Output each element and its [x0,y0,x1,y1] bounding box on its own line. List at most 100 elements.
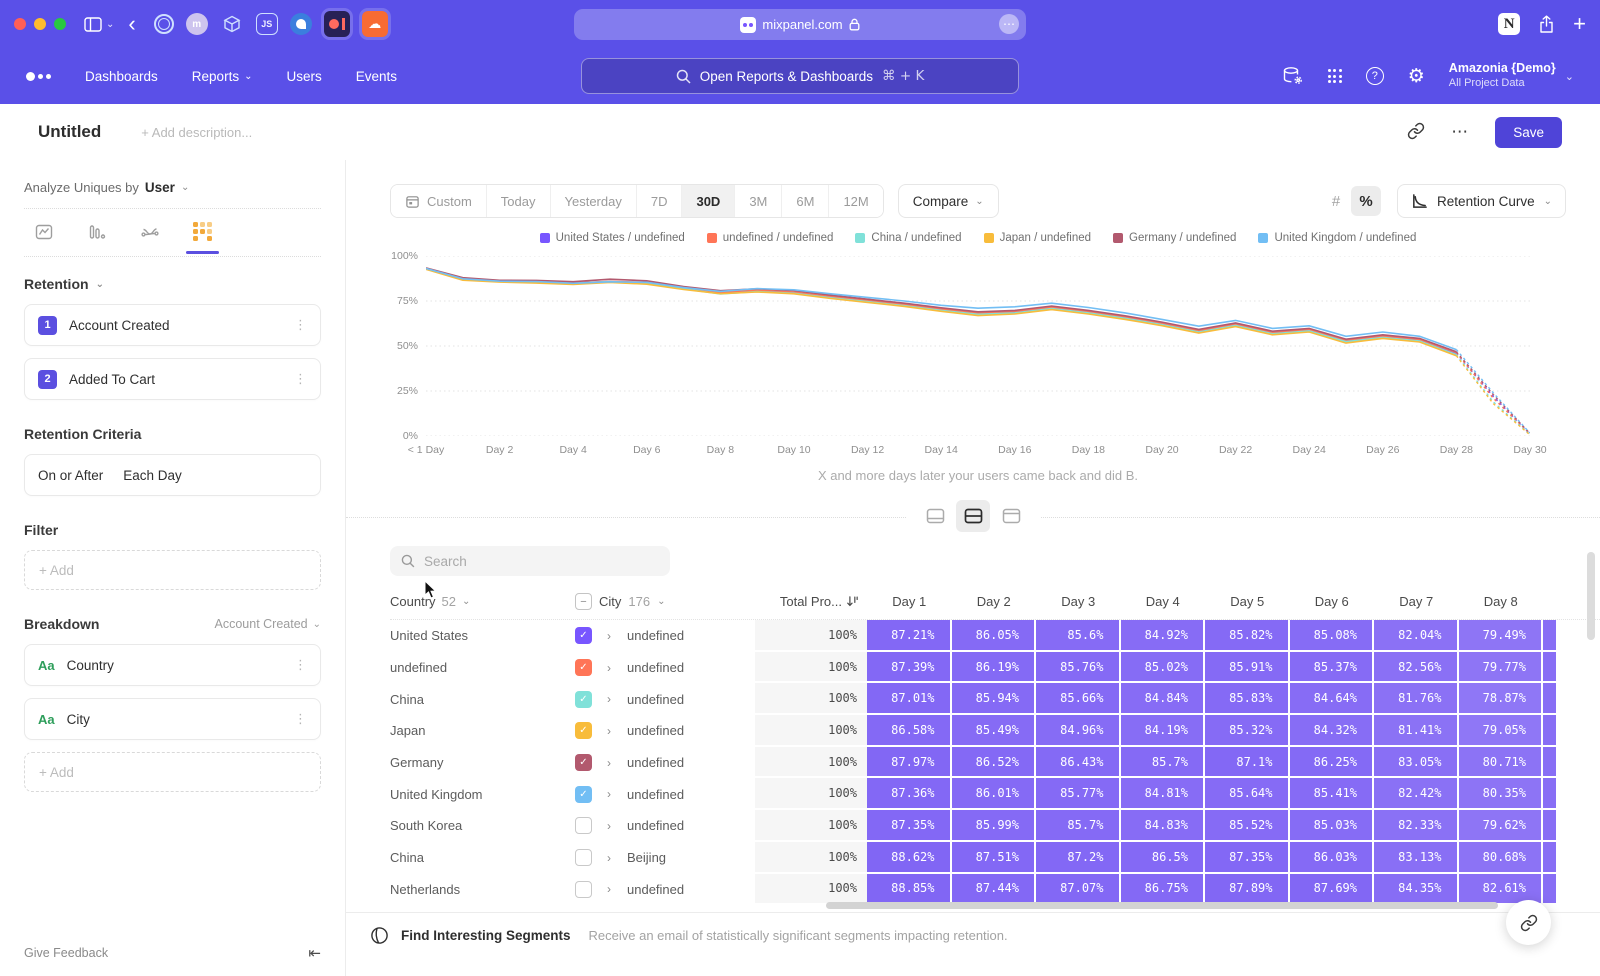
range-yesterday[interactable]: Yesterday [550,185,636,217]
password-extension-icon[interactable] [154,14,174,34]
retention-cell[interactable]: 84.35% [1374,874,1459,906]
retention-step-1[interactable]: 1 Account Created ⋮ [24,304,321,346]
retention-cell[interactable]: 84.64% [1290,683,1375,715]
collapse-sidebar-icon[interactable]: ⇤ [308,944,321,962]
show-percent-toggle[interactable]: % [1351,186,1381,216]
retention-cell[interactable]: 86.01% [952,778,1037,810]
save-button[interactable]: Save [1495,117,1562,148]
range-custom[interactable]: Custom [391,185,486,217]
range-6m[interactable]: 6M [781,185,828,217]
help-icon[interactable]: ? [1366,67,1384,85]
retention-cell[interactable]: 86.43% [1036,747,1121,779]
breakdown-city[interactable]: Aa City ⋮ [24,698,321,740]
retention-cell[interactable]: 84.96% [1036,715,1121,747]
series-checkbox[interactable]: ✓ [575,627,592,644]
tab-insights[interactable] [34,222,54,257]
nav-dashboards[interactable]: Dashboards [85,69,158,84]
retention-cell[interactable]: 85.94% [952,683,1037,715]
add-breakdown-button[interactable]: + Add [24,752,321,792]
expand-row-icon[interactable]: › [607,882,611,896]
legend-item[interactable]: United States / undefined [540,232,685,244]
day-column-header[interactable]: Day 7 [1374,594,1459,609]
expand-row-icon[interactable]: › [607,661,611,675]
series-checkbox[interactable] [575,881,592,898]
nav-users[interactable]: Users [286,69,321,84]
series-checkbox[interactable]: ✓ [575,786,592,803]
retention-cell[interactable]: 85.6% [1036,620,1121,652]
retention-cell[interactable]: 86.03% [1290,842,1375,874]
retention-cell[interactable]: 87.97% [867,747,952,779]
plot-area[interactable] [426,256,1530,436]
series-checkbox[interactable]: ✓ [575,722,592,739]
tab-funnels[interactable] [87,222,107,257]
retention-cell[interactable]: 81.76% [1374,683,1459,715]
data-management-icon[interactable] [1282,66,1304,86]
expand-row-icon[interactable]: › [607,787,611,801]
retention-cell[interactable]: 87.44% [952,874,1037,906]
kebab-menu-icon[interactable]: ⋮ [294,658,307,673]
retention-cell[interactable]: 85.76% [1036,652,1121,684]
kebab-menu-icon[interactable]: ⋮ [294,712,307,727]
retention-cell[interactable]: 88.85% [867,874,952,906]
city-column-header[interactable]: − City 176 ⌄ [575,593,755,610]
more-options-icon[interactable]: ⋯ [1451,122,1469,142]
criteria-interval[interactable]: Each Day [123,468,182,483]
new-tab-icon[interactable]: + [1573,11,1586,37]
retention-section-title[interactable]: Retention [24,276,89,292]
retention-cell[interactable]: 79.62% [1459,810,1544,842]
legend-item[interactable]: Germany / undefined [1113,232,1236,244]
day-column-header[interactable]: Day 3 [1036,594,1121,609]
retention-cell[interactable]: 87.36% [867,778,952,810]
retention-cell[interactable]: 80.35% [1459,778,1544,810]
retention-cell[interactable]: 85.37% [1290,652,1375,684]
retention-cell[interactable]: 87.35% [867,810,952,842]
retention-step-2[interactable]: 2 Added To Cart ⋮ [24,358,321,400]
tab-flows[interactable] [140,222,160,257]
retention-cell[interactable]: 87.21% [867,620,952,652]
range-30d[interactable]: 30D [681,185,734,217]
retention-cell[interactable]: 85.7% [1036,810,1121,842]
add-description-button[interactable]: + Add description... [141,125,252,140]
retention-cell[interactable]: 85.82% [1205,620,1290,652]
country-column-header[interactable]: Country 52 ⌄ [390,594,575,609]
expand-row-icon[interactable]: › [607,851,611,865]
total-column-header[interactable]: Total Pro... [755,594,867,609]
browser-sidebar-icon[interactable] [84,17,102,32]
range-3m[interactable]: 3M [734,185,781,217]
settings-gear-icon[interactable]: ⚙ [1408,67,1425,86]
add-filter-button[interactable]: + Add [24,550,321,590]
nav-events[interactable]: Events [356,69,397,84]
day-column-header[interactable]: Day 4 [1121,594,1206,609]
series-checkbox[interactable]: ✓ [575,754,592,771]
floating-share-link-button[interactable] [1506,900,1551,945]
retention-cell[interactable]: 86.52% [952,747,1037,779]
retention-cell[interactable]: 86.5% [1121,842,1206,874]
retention-cell[interactable]: 82.42% [1374,778,1459,810]
day-column-header[interactable]: Day 5 [1205,594,1290,609]
analyze-by-selector[interactable]: User [145,180,175,195]
retention-cell[interactable]: 78.87% [1459,683,1544,715]
retention-cell[interactable]: 87.89% [1205,874,1290,906]
share-icon[interactable] [1538,15,1555,34]
retention-cell[interactable]: 84.32% [1290,715,1375,747]
retention-cell[interactable]: 82.04% [1374,620,1459,652]
retention-cell[interactable]: 88.62% [867,842,952,874]
m-extension-icon[interactable]: m [186,13,208,35]
retention-cell[interactable]: 80.68% [1459,842,1544,874]
retention-cell[interactable]: 85.32% [1205,715,1290,747]
retention-cell[interactable]: 87.51% [952,842,1037,874]
retention-cell[interactable]: 85.41% [1290,778,1375,810]
retention-cell[interactable]: 87.1% [1205,747,1290,779]
series-checkbox[interactable]: ✓ [575,691,592,708]
project-switcher[interactable]: Amazonia {Demo} All Project Data ⌄ [1449,61,1574,90]
split-view-button[interactable] [956,500,990,532]
retention-cell[interactable]: 85.99% [952,810,1037,842]
expand-row-icon[interactable]: › [607,692,611,706]
report-title[interactable]: Untitled [38,122,101,142]
chevron-down-icon[interactable]: ⌄ [106,19,114,30]
kebab-menu-icon[interactable]: ⋮ [294,372,307,387]
retention-cell[interactable]: 86.25% [1290,747,1375,779]
tab-retention[interactable] [193,222,212,253]
retention-cell[interactable]: 85.52% [1205,810,1290,842]
retention-criteria-selector[interactable]: On or After Each Day [24,454,321,496]
